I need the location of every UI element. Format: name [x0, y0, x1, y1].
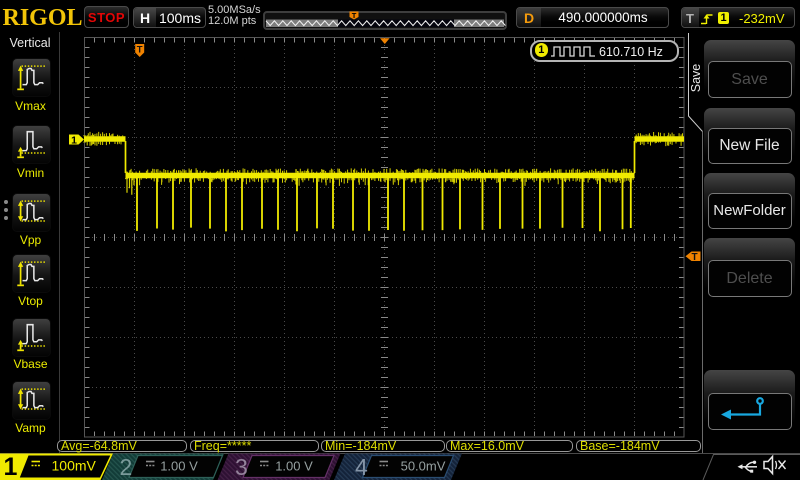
svg-text:2: 2 [120, 454, 133, 480]
svg-text:1: 1 [71, 135, 77, 147]
svg-text:T: T [137, 45, 143, 56]
svg-text:4: 4 [355, 454, 368, 480]
svg-text:1: 1 [4, 453, 18, 480]
svg-text:100mV: 100mV [52, 458, 97, 474]
svg-text:1.00 V: 1.00 V [275, 459, 313, 474]
svg-text:T: T [352, 11, 357, 20]
svg-text:3: 3 [235, 454, 248, 480]
svg-text:1.00 V: 1.00 V [160, 459, 198, 474]
svg-text:50.0mV: 50.0mV [401, 459, 446, 474]
